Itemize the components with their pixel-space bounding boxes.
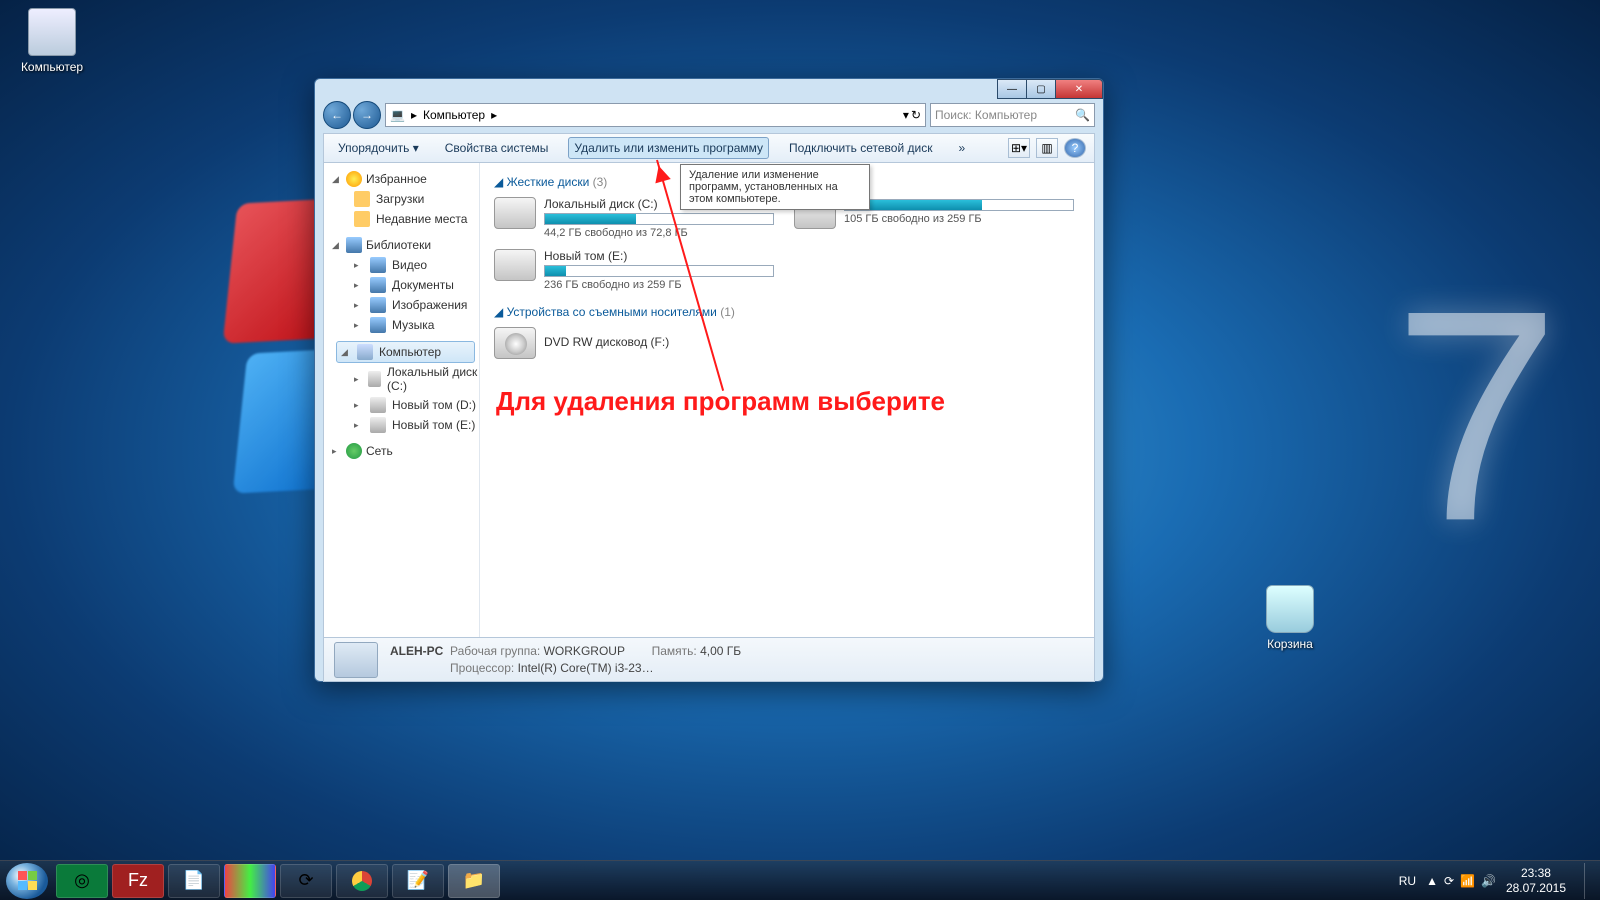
sidebar-item-drive-c[interactable]: ▸Локальный диск (C:): [332, 363, 479, 395]
drive-icon: [370, 397, 386, 413]
network-icon: [346, 443, 362, 459]
refresh-button[interactable]: ↻: [911, 108, 921, 122]
library-icon: [370, 297, 386, 313]
computer-icon: [357, 344, 373, 360]
sidebar-item-drive-d[interactable]: ▸Новый том (D:): [332, 395, 479, 415]
window-body: ◢Избранное Загрузки Недавние места ◢Библ…: [323, 163, 1095, 638]
search-box[interactable]: Поиск: Компьютер 🔍: [930, 103, 1095, 127]
drive-icon: [368, 371, 381, 387]
system-properties-button[interactable]: Свойства системы: [439, 137, 555, 159]
breadcrumb-sep[interactable]: ▸: [411, 108, 417, 122]
sidebar-item-documents[interactable]: ▸Документы: [332, 275, 479, 295]
breadcrumb-sep[interactable]: ▸: [491, 108, 497, 122]
maximize-button[interactable]: ▢: [1026, 79, 1056, 99]
group-removable[interactable]: ◢ Устройства со съемными носителями (1): [494, 305, 1080, 319]
desktop-icon-label: Компьютер: [12, 60, 92, 74]
desktop-icon-label: Корзина: [1250, 637, 1330, 651]
taskbar-app-filezilla[interactable]: Fz: [112, 864, 164, 898]
libraries-icon: [346, 237, 362, 253]
show-desktop-button[interactable]: [1584, 863, 1594, 899]
tray-icon-volume[interactable]: 🔊: [1481, 874, 1496, 888]
tray-icon-sync[interactable]: ⟳: [1444, 874, 1454, 888]
dvd-drive-icon: [494, 327, 536, 359]
sidebar-libraries-header[interactable]: ◢Библиотеки: [332, 235, 479, 255]
close-button[interactable]: ✕: [1055, 79, 1103, 99]
sidebar-computer-header[interactable]: ◢Компьютер: [336, 341, 475, 363]
tooltip: Удаление или изменение программ, установ…: [680, 164, 870, 210]
taskbar-app-explorer[interactable]: 📁: [448, 864, 500, 898]
drive-icon: [494, 197, 536, 229]
drive-icon: [370, 417, 386, 433]
seven-watermark: 7: [1393, 242, 1560, 588]
sidebar-favorites-header[interactable]: ◢Избранное: [332, 169, 479, 189]
language-indicator[interactable]: RU: [1399, 874, 1416, 888]
sidebar-item-drive-e[interactable]: ▸Новый том (E:): [332, 415, 479, 435]
sidebar-item-recent[interactable]: Недавние места: [332, 209, 479, 229]
computer-icon: [334, 642, 378, 678]
sidebar-network-header[interactable]: ▸Сеть: [332, 441, 479, 461]
desktop-icon-computer[interactable]: Компьютер: [12, 8, 92, 74]
taskbar-app-writer[interactable]: 📝: [392, 864, 444, 898]
taskbar-app-5[interactable]: ⟳: [280, 864, 332, 898]
nav-row: ← → 💻 ▸ Компьютер ▸ ▾ ↻ Поиск: Компьютер…: [323, 101, 1095, 129]
map-network-drive-button[interactable]: Подключить сетевой диск: [783, 137, 938, 159]
usage-bar: [844, 199, 1074, 211]
toolbar-overflow[interactable]: »: [952, 137, 971, 159]
sidebar-item-videos[interactable]: ▸Видео: [332, 255, 479, 275]
forward-button[interactable]: →: [353, 101, 381, 129]
help-button[interactable]: ?: [1064, 138, 1086, 158]
window-controls: — ▢ ✕: [998, 79, 1103, 99]
view-button[interactable]: ⊞▾: [1008, 138, 1030, 158]
taskbar-app-1[interactable]: ◎: [56, 864, 108, 898]
library-icon: [370, 257, 386, 273]
search-placeholder: Поиск: Компьютер: [935, 108, 1037, 122]
star-icon: [346, 171, 362, 187]
drive-icon: [494, 249, 536, 281]
taskbar: ◎ Fz 📄 ⟳ 📝 📁 RU ▲ ⟳ 📶 🔊 23:38 28.07.2015: [0, 860, 1600, 900]
drive-e[interactable]: Новый том (E:) 236 ГБ свободно из 259 ГБ: [494, 249, 774, 291]
tray-icon-flag[interactable]: ▲: [1426, 874, 1438, 888]
usage-bar: [544, 265, 774, 277]
details-pane: ALEH-PC Рабочая группа: WORKGROUP Память…: [323, 638, 1095, 682]
address-dropdown[interactable]: ▾: [903, 108, 909, 122]
taskbar-app-chrome[interactable]: [336, 864, 388, 898]
recycle-bin-icon: [1266, 585, 1314, 633]
computer-icon: [28, 8, 76, 56]
search-icon[interactable]: 🔍: [1075, 108, 1090, 122]
sidebar-item-downloads[interactable]: Загрузки: [332, 189, 479, 209]
library-icon: [370, 277, 386, 293]
tray-icon-network[interactable]: 📶: [1460, 874, 1475, 888]
desktop-icon-recycle-bin[interactable]: Корзина: [1250, 585, 1330, 651]
system-tray: RU ▲ ⟳ 📶 🔊 23:38 28.07.2015: [1399, 863, 1594, 899]
minimize-button[interactable]: —: [997, 79, 1027, 99]
sidebar-item-pictures[interactable]: ▸Изображения: [332, 295, 479, 315]
taskbar-app-3[interactable]: 📄: [168, 864, 220, 898]
clock[interactable]: 23:38 28.07.2015: [1506, 866, 1566, 895]
organize-button[interactable]: Упорядочить ▾: [332, 137, 425, 159]
computer-icon: 💻: [390, 108, 405, 122]
breadcrumb-computer[interactable]: Компьютер: [423, 108, 485, 122]
sidebar-item-music[interactable]: ▸Музыка: [332, 315, 479, 335]
address-bar[interactable]: 💻 ▸ Компьютер ▸ ▾ ↻: [385, 103, 926, 127]
toolbar: Упорядочить ▾ Свойства системы Удалить и…: [323, 133, 1095, 163]
content-pane: ◢ Жесткие диски (3) Локальный диск (C:) …: [480, 163, 1094, 637]
folder-icon: [354, 211, 370, 227]
taskbar-app-4[interactable]: [224, 864, 276, 898]
drive-dvd[interactable]: DVD RW дисковод (F:): [494, 327, 774, 359]
back-button[interactable]: ←: [323, 101, 351, 129]
preview-pane-button[interactable]: ▥: [1036, 138, 1058, 158]
folder-icon: [354, 191, 370, 207]
uninstall-program-button[interactable]: Удалить или изменить программу: [568, 137, 769, 159]
usage-bar: [544, 213, 774, 225]
start-button[interactable]: [6, 863, 48, 899]
library-icon: [370, 317, 386, 333]
navigation-pane: ◢Избранное Загрузки Недавние места ◢Библ…: [324, 163, 480, 637]
